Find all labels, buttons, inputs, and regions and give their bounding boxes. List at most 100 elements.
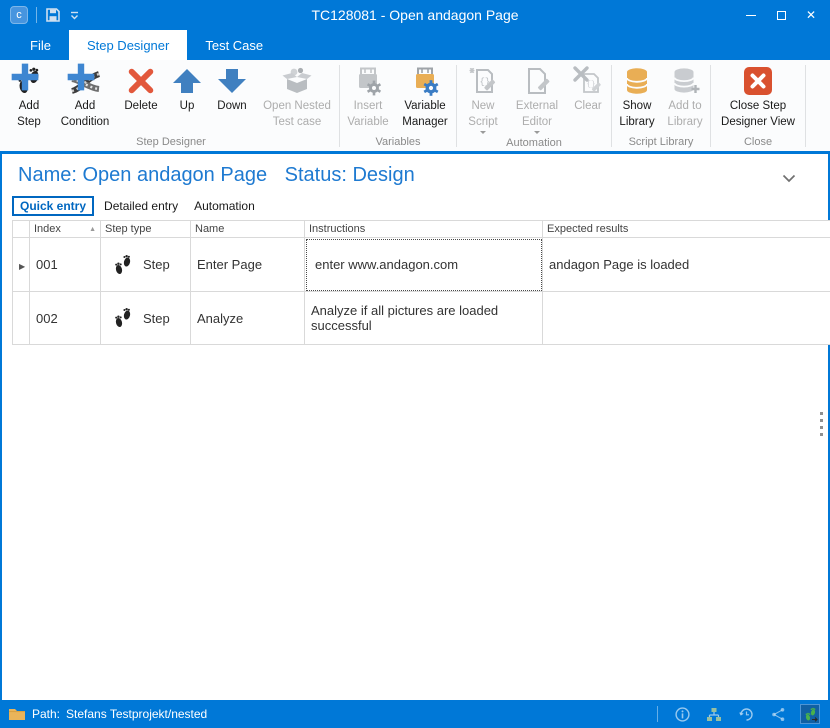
add-condition-button[interactable]: Add Condition <box>54 60 116 136</box>
app-icon[interactable]: c <box>10 6 28 24</box>
show-steps-toggle[interactable] <box>800 704 820 724</box>
button-label: Library <box>619 116 654 129</box>
app-icon-letter: c <box>16 9 22 21</box>
row-selector-cell[interactable] <box>13 292 30 345</box>
delete-icon <box>125 65 157 97</box>
instructions-text: Analyze if all pictures are loaded succe… <box>311 303 536 333</box>
statusbar-separator <box>657 706 658 722</box>
cell-step-type[interactable]: Step <box>101 292 191 345</box>
cell-step-type[interactable]: Step <box>101 238 191 292</box>
variable-manager-button[interactable]: Variable Manager <box>395 60 455 136</box>
ribbon-tab-strip: File Step Designer Test Case <box>0 30 830 60</box>
column-header-expected-results[interactable]: Expected results <box>543 221 830 238</box>
sort-ascending-icon: ▲ <box>89 226 96 233</box>
cell-expected-results[interactable]: andagon Page is loaded <box>543 238 830 292</box>
testcase-name: Name: Open andagon Page <box>18 164 267 186</box>
new-script-button[interactable]: {} New Script <box>458 60 508 137</box>
show-library-button[interactable]: Show Library <box>613 60 661 136</box>
folder-icon <box>8 707 26 721</box>
tab-file[interactable]: File <box>12 30 69 60</box>
table-header-row: Index ▲ Step type Name Instructions Expe… <box>13 221 830 238</box>
button-label: Variable <box>404 100 445 113</box>
ribbon-group-automation: {} New Script External <box>458 60 610 151</box>
insert-variable-button[interactable]: Insert Variable <box>341 60 395 136</box>
cell-expected-results[interactable] <box>543 292 830 345</box>
testcase-title: Name: Open andagon Page Status: Design <box>18 164 415 187</box>
group-label-close: Close <box>712 136 804 151</box>
button-label: Library <box>667 116 702 129</box>
steps-table: Index ▲ Step type Name Instructions Expe… <box>12 220 830 345</box>
button-label: Variable <box>347 116 388 129</box>
instructions-text: enter www.andagon.com <box>311 257 536 272</box>
group-label-automation: Automation <box>458 137 610 152</box>
cell-name[interactable]: Analyze <box>191 292 305 345</box>
close-step-designer-view-button[interactable]: Close Step Designer View <box>712 60 804 136</box>
entry-tab-strip: Quick entry Detailed entry Automation <box>12 196 828 216</box>
button-label: Delete <box>124 100 157 113</box>
tab-automation[interactable]: Automation <box>186 196 263 216</box>
open-nested-testcase-button[interactable]: Open Nested Test case <box>256 60 338 136</box>
add-step-icon <box>13 65 45 97</box>
clear-button[interactable]: {} Clear <box>566 60 610 137</box>
info-button[interactable] <box>672 704 692 724</box>
button-label: Down <box>217 100 246 113</box>
history-button[interactable] <box>736 704 756 724</box>
maximize-button[interactable] <box>766 2 796 28</box>
hierarchy-button[interactable] <box>704 704 724 724</box>
maximize-icon <box>777 11 786 20</box>
sitemap-icon <box>706 707 722 722</box>
button-label: Step <box>17 116 41 129</box>
button-label: Script <box>468 116 497 129</box>
database-icon <box>621 65 653 97</box>
info-icon <box>675 707 690 722</box>
tab-detailed-entry[interactable]: Detailed entry <box>96 196 186 216</box>
collapse-header-button[interactable] <box>782 170 796 188</box>
up-button[interactable]: Up <box>166 60 208 136</box>
delete-button[interactable]: Delete <box>116 60 166 136</box>
panel-gripper-handle[interactable] <box>820 412 823 436</box>
quick-access-dropdown-icon[interactable] <box>69 10 80 21</box>
button-label: Editor <box>522 116 552 129</box>
open-box-icon <box>281 65 313 97</box>
close-icon: ✕ <box>806 9 816 21</box>
close-button[interactable]: ✕ <box>796 2 826 28</box>
minimize-button[interactable] <box>736 2 766 28</box>
ribbon: Add Step Add <box>0 60 830 154</box>
group-separator <box>710 65 711 147</box>
column-header-index[interactable]: Index ▲ <box>30 221 101 238</box>
variable-manager-icon <box>409 65 441 97</box>
share-icon <box>771 707 786 722</box>
clear-icon: {} <box>572 65 604 97</box>
column-header-name[interactable]: Name <box>191 221 305 238</box>
step-type-label: Step <box>143 311 170 326</box>
footprints-icon <box>111 253 135 277</box>
cell-name[interactable]: Enter Page <box>191 238 305 292</box>
variable-box-icon <box>352 65 384 97</box>
save-icon[interactable] <box>45 7 61 23</box>
add-step-button[interactable]: Add Step <box>4 60 54 136</box>
row-selector-cell[interactable]: ▶ <box>13 238 30 292</box>
history-clock-icon <box>739 707 754 722</box>
tab-test-case[interactable]: Test Case <box>187 30 281 60</box>
column-header-step-type[interactable]: Step type <box>101 221 191 238</box>
ribbon-group-script-library: Show Library Add to <box>613 60 709 151</box>
share-button[interactable] <box>768 704 788 724</box>
cell-instructions[interactable]: Analyze if all pictures are loaded succe… <box>305 292 543 345</box>
add-to-library-button[interactable]: Add to Library <box>661 60 709 136</box>
titlebar-separator <box>36 7 37 23</box>
column-header-instructions[interactable]: Instructions <box>305 221 543 238</box>
cell-instructions[interactable]: enter www.andagon.com <box>305 238 543 292</box>
row-selector-header[interactable] <box>13 221 30 238</box>
cell-index[interactable]: 002 <box>30 292 101 345</box>
tab-step-designer[interactable]: Step Designer <box>69 30 187 60</box>
group-separator <box>611 65 612 147</box>
add-condition-icon <box>69 65 101 97</box>
cell-index[interactable]: 001 <box>30 238 101 292</box>
table-row: ▶ 001 <box>13 238 830 292</box>
external-editor-button[interactable]: External Editor <box>508 60 566 137</box>
down-button[interactable]: Down <box>208 60 256 136</box>
steps-icon <box>803 707 818 722</box>
tab-quick-entry[interactable]: Quick entry <box>12 196 94 216</box>
title-bar: TC128081 - Open andagon Page c ✕ <box>0 0 830 30</box>
external-editor-icon <box>521 65 553 97</box>
